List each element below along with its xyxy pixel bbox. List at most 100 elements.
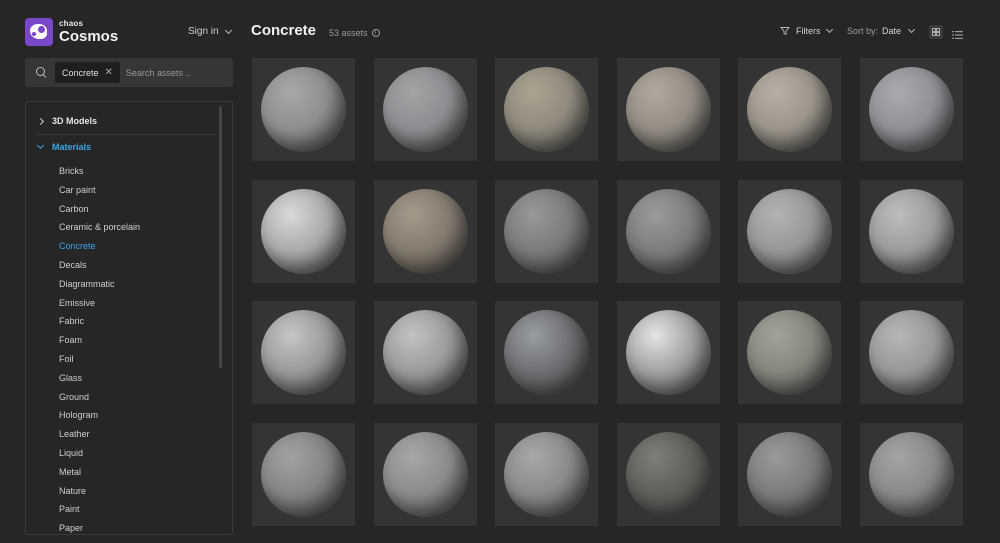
filters-label: Filters (796, 26, 821, 36)
asset-card[interactable] (252, 422, 355, 526)
material-preview-sphere (382, 431, 468, 517)
tree-item-label: 3D Models (52, 116, 98, 126)
asset-card[interactable] (373, 422, 477, 526)
material-preview-sphere (868, 310, 954, 395)
asset-card[interactable] (859, 301, 963, 404)
material-preview-sphere (747, 431, 833, 517)
tree-subitem-paint[interactable]: Paint (59, 500, 140, 519)
grid-view-icon (932, 28, 940, 36)
sign-in-label: Sign in (188, 26, 219, 37)
material-preview-sphere (261, 67, 346, 152)
material-preview-sphere (625, 431, 711, 517)
tree-subitem-ground[interactable]: Ground (59, 388, 140, 407)
chevron-right-icon (36, 117, 45, 125)
filter-chip-label: Concrete (62, 67, 99, 78)
sign-in-button[interactable]: Sign in (188, 26, 232, 37)
asset-card[interactable] (616, 58, 720, 161)
asset-grid (252, 58, 966, 526)
divider (36, 134, 216, 135)
asset-card[interactable] (252, 301, 355, 404)
list-view-button[interactable] (952, 27, 963, 45)
info-icon[interactable]: i (371, 29, 380, 37)
asset-card[interactable] (495, 301, 599, 404)
brand-logo[interactable]: chaos Cosmos (25, 18, 118, 46)
filter-chip-concrete: Concrete ✕ (55, 62, 120, 83)
tree-item-3d-models[interactable]: 3D Models (36, 116, 98, 126)
asset-card[interactable] (616, 179, 720, 283)
filters-button[interactable]: Filters (780, 25, 833, 36)
tree-subitem-foil[interactable]: Foil (59, 350, 140, 369)
asset-card[interactable] (252, 179, 355, 283)
asset-card[interactable] (859, 179, 963, 283)
tree-subitem-ceramic-porcelain[interactable]: Ceramic & porcelain (59, 218, 140, 237)
list-view-icon (952, 31, 963, 39)
tree-subitem-hologram[interactable]: Hologram (59, 406, 140, 425)
tree-subitem-fabric[interactable]: Fabric (59, 312, 140, 331)
tree-subitem-emissive[interactable]: Emissive (59, 294, 140, 313)
asset-count: 53 assets i (329, 28, 380, 38)
tree-subitem-bricks[interactable]: Bricks (59, 162, 140, 181)
page-title: Concrete (251, 22, 317, 39)
asset-card[interactable] (495, 58, 599, 161)
chevron-down-icon (36, 141, 45, 150)
asset-card[interactable] (495, 422, 599, 526)
material-preview-sphere (504, 67, 590, 152)
tree-scrollbar[interactable] (219, 106, 222, 368)
material-preview-sphere (504, 310, 590, 395)
material-preview-sphere (504, 188, 590, 274)
material-preview-sphere (625, 310, 711, 395)
materials-sublist: Bricks Car paint Carbon Ceramic & porcelain… (59, 162, 140, 534)
asset-card[interactable] (859, 58, 963, 161)
chevron-down-icon (907, 25, 916, 34)
material-preview-sphere (625, 188, 711, 274)
tree-subitem-paper[interactable]: Paper (59, 519, 140, 534)
material-preview-sphere (382, 67, 468, 152)
material-preview-sphere (747, 67, 833, 152)
tree-subitem-car-paint[interactable]: Car paint (59, 181, 140, 200)
tree-subitem-foam[interactable]: Foam (59, 331, 140, 350)
brand-name: Cosmos (59, 28, 119, 45)
asset-card[interactable] (738, 58, 842, 161)
asset-card[interactable] (738, 301, 842, 404)
asset-card[interactable] (738, 179, 842, 283)
search-bar[interactable]: Concrete ✕ (25, 58, 233, 87)
asset-card[interactable] (373, 58, 477, 161)
asset-card[interactable] (859, 422, 963, 526)
asset-card[interactable] (373, 179, 477, 283)
asset-card[interactable] (252, 58, 355, 161)
category-tree: 3D Models Materials Bricks Car paint Carbo… (25, 101, 233, 535)
tree-subitem-diagrammatic[interactable]: Diagrammatic (59, 275, 140, 294)
material-preview-sphere (747, 188, 833, 274)
asset-count-label: 53 assets (329, 28, 368, 38)
filter-icon (780, 27, 790, 36)
asset-card[interactable] (495, 179, 599, 283)
tree-subitem-decals[interactable]: Decals (59, 256, 140, 275)
cosmos-logo-icon (25, 18, 53, 46)
tree-subitem-liquid[interactable]: Liquid (59, 444, 140, 463)
material-preview-sphere (261, 188, 346, 274)
asset-card[interactable] (616, 422, 720, 526)
tree-subitem-glass[interactable]: Glass (59, 369, 140, 388)
chevron-down-icon (825, 25, 833, 34)
brand-small-text: chaos (59, 19, 84, 28)
asset-card[interactable] (738, 422, 842, 526)
search-input[interactable] (125, 67, 230, 78)
tree-subitem-leather[interactable]: Leather (59, 425, 140, 444)
material-preview-sphere (261, 431, 346, 517)
tree-subitem-concrete[interactable]: Concrete (59, 237, 140, 256)
material-preview-sphere (868, 67, 954, 152)
material-preview-sphere (261, 310, 346, 395)
asset-card[interactable] (616, 301, 720, 404)
tree-item-materials[interactable]: Materials (36, 141, 91, 152)
tree-subitem-metal[interactable]: Metal (59, 463, 140, 482)
tree-subitem-nature[interactable]: Nature (59, 482, 140, 501)
grid-view-button[interactable] (929, 25, 943, 39)
asset-card[interactable] (373, 301, 477, 404)
close-icon[interactable]: ✕ (105, 67, 113, 78)
tree-subitem-carbon[interactable]: Carbon (59, 200, 140, 219)
sort-value: Date (882, 26, 902, 36)
sort-label: Sort by: (847, 26, 879, 36)
material-preview-sphere (868, 431, 954, 517)
sort-dropdown[interactable]: Sort by: Date (847, 25, 916, 36)
chevron-down-icon (224, 26, 232, 34)
